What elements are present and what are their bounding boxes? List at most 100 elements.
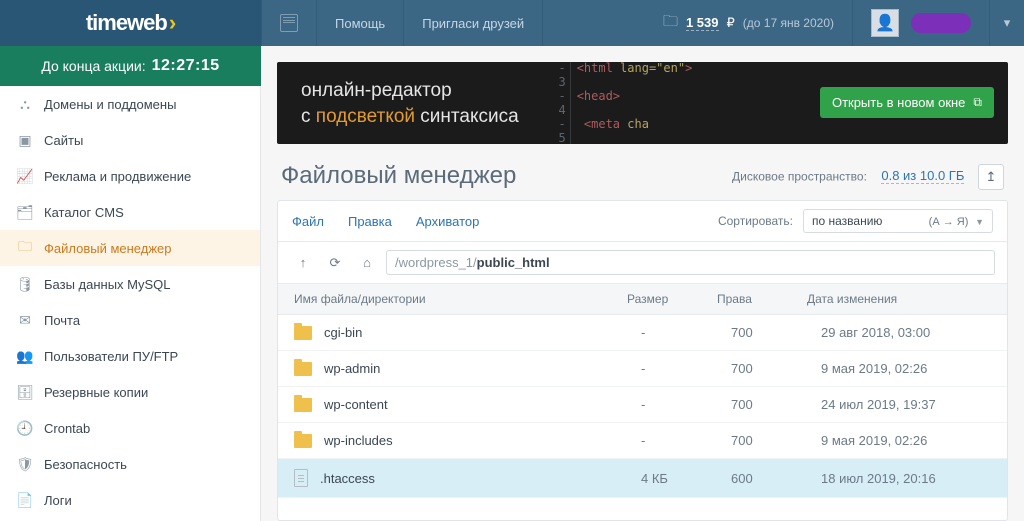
- logo-text: timeweb: [86, 10, 167, 35]
- column-name[interactable]: Имя файла/директории: [294, 292, 627, 306]
- disk-space-value[interactable]: 0.8 из 10.0 ГБ: [881, 168, 964, 184]
- sidebar-item[interactable]: 📄 Логи: [0, 482, 260, 518]
- path-home-button[interactable]: ⌂: [354, 251, 380, 275]
- sidebar-item[interactable]: ▣ Сайты: [0, 122, 260, 158]
- sidebar-item-label: Резервные копии: [44, 385, 148, 400]
- sidebar-item-icon: 🕘: [16, 420, 34, 436]
- sidebar-item-icon: 📈: [16, 168, 34, 184]
- sidebar-item-label: Реклама и продвижение: [44, 169, 191, 184]
- sidebar: ⛬Домены и поддомены ▣ Сайты 📈 Реклама и прод…: [0, 86, 261, 521]
- folder-icon: [294, 434, 312, 448]
- menu-archiver[interactable]: Архиватор: [416, 214, 480, 229]
- sidebar-item-icon: 🛡: [16, 456, 34, 472]
- wallet-icon: 🗀: [663, 11, 678, 36]
- external-link-icon: ⧉: [973, 95, 982, 110]
- file-perm: 700: [731, 325, 821, 340]
- sidebar-item[interactable]: 🛡 Безопасность: [0, 446, 260, 482]
- refresh-icon: ⟳: [330, 255, 341, 271]
- logo[interactable]: timeweb›: [0, 0, 261, 46]
- logo-chevron-icon: ›: [169, 10, 175, 35]
- file-perm: 700: [731, 397, 821, 412]
- column-size[interactable]: Размер: [627, 292, 717, 306]
- promo-text: онлайн-редактор с подсветкой синтаксиса: [277, 62, 543, 144]
- path-up-button[interactable]: ↑: [290, 251, 316, 275]
- table-row[interactable]: wp-content-70024 июл 2019, 19:37: [278, 387, 1007, 423]
- username-pill: [911, 13, 971, 33]
- file-perm: 600: [731, 471, 821, 486]
- user-menu-dropdown[interactable]: ▾: [990, 0, 1024, 46]
- path-refresh-button[interactable]: ⟳: [322, 251, 348, 275]
- file-perm: 700: [731, 361, 821, 376]
- file-icon: [294, 469, 308, 487]
- menu-file[interactable]: Файл: [292, 214, 324, 229]
- promo-banner: онлайн-редактор с подсветкой синтаксиса …: [277, 62, 1008, 144]
- user-area[interactable]: 👤: [853, 9, 989, 37]
- sort-label: Сортировать:: [718, 214, 793, 228]
- sidebar-item-icon: 📄: [16, 492, 34, 508]
- file-date: 9 мая 2019, 02:26: [821, 361, 991, 376]
- column-perm[interactable]: Права: [717, 292, 807, 306]
- sidebar-item[interactable]: 🕘 Crontab: [0, 410, 260, 446]
- sidebar-item-icon: 🗀: [16, 240, 34, 256]
- sidebar-item[interactable]: 👥Пользователи ПУ/FTP: [0, 338, 260, 374]
- file-name: wp-admin: [324, 361, 380, 376]
- home-icon: ⌂: [363, 255, 371, 270]
- sort-value: по названию: [812, 214, 882, 228]
- column-date[interactable]: Дата изменения: [807, 292, 977, 306]
- open-new-window-button[interactable]: Открыть в новом окне ⧉: [820, 87, 994, 118]
- nav-invite[interactable]: Пригласи друзей: [404, 0, 542, 46]
- sidebar-item-icon: ⛬: [16, 96, 34, 112]
- sort-direction: (А → Я): [929, 216, 969, 228]
- disk-space: Дисковое пространство: 0.8 из 10.0 ГБ ↥: [732, 164, 1004, 190]
- page-title: Файловый менеджер: [281, 162, 516, 190]
- file-name: .htaccess: [320, 471, 375, 486]
- table-row[interactable]: wp-admin -7009 мая 2019, 02:26: [278, 351, 1007, 387]
- sidebar-item-icon: ▣: [16, 132, 34, 148]
- table-header: Имя файла/директории Размер Права Дата и…: [278, 284, 1007, 315]
- sidebar-item-label: Логи: [44, 493, 72, 508]
- sidebar-item-label: Crontab: [44, 421, 90, 436]
- file-date: 29 авг 2018, 03:00: [821, 325, 991, 340]
- folder-icon: [294, 362, 312, 376]
- disk-space-label: Дисковое пространство:: [732, 169, 867, 183]
- sidebar-item[interactable]: 🛢Базы данных MySQL: [0, 266, 260, 302]
- news-icon-button[interactable]: [262, 0, 316, 46]
- countdown-time: 12:27:15: [152, 57, 220, 75]
- file-manager-panel: Файл Правка Архиватор Сортировать: по на…: [277, 200, 1008, 521]
- countdown-banner[interactable]: До конца акции: 12:27:15: [0, 46, 261, 86]
- chevron-down-icon: ▼: [975, 217, 984, 227]
- folder-icon: [294, 398, 312, 412]
- upload-button[interactable]: ↥: [978, 164, 1004, 190]
- promo-button-label: Открыть в новом окне: [832, 95, 965, 110]
- sidebar-item-label: Сайты: [44, 133, 83, 148]
- file-size: -: [641, 397, 731, 412]
- balance-until: (до 17 янв 2020): [743, 16, 834, 30]
- newspaper-icon: [280, 14, 298, 32]
- sidebar-item-label: Почта: [44, 313, 80, 328]
- table-row[interactable]: .htaccess4 КБ60018 июл 2019, 20:16: [278, 459, 1007, 498]
- sidebar-item[interactable]: ✉Почта: [0, 302, 260, 338]
- sidebar-item[interactable]: ⛬Домены и поддомены: [0, 86, 260, 122]
- sidebar-item-label: Безопасность: [44, 457, 127, 472]
- sidebar-item[interactable]: 🗂Каталог CMS: [0, 194, 260, 230]
- sort-select[interactable]: по названию (А → Я) ▼: [803, 209, 993, 233]
- sidebar-item[interactable]: 🗀Файловый менеджер: [0, 230, 260, 266]
- nav-help[interactable]: Помощь: [317, 0, 403, 46]
- sidebar-item[interactable]: 📈 Реклама и продвижение: [0, 158, 260, 194]
- sidebar-item-label: Пользователи ПУ/FTP: [44, 349, 178, 364]
- chevron-down-icon: ▾: [1004, 15, 1011, 31]
- sidebar-item-icon: 🗄: [16, 384, 34, 400]
- balance-currency: ₽: [727, 15, 735, 31]
- file-date: 24 июл 2019, 19:37: [821, 397, 991, 412]
- file-size: -: [641, 361, 731, 376]
- file-perm: 700: [731, 433, 821, 448]
- arrow-up-icon: ↑: [300, 255, 307, 270]
- balance[interactable]: 🗀 1 539 ₽ (до 17 янв 2020): [645, 0, 852, 46]
- countdown-label: До конца акции:: [41, 58, 145, 74]
- file-list[interactable]: cgi-bin-70029 авг 2018, 03:00wp-admin-70…: [278, 315, 1007, 520]
- table-row[interactable]: wp-includes-7009 мая 2019, 02:26: [278, 423, 1007, 459]
- sidebar-item[interactable]: 🗄 Резервные копии: [0, 374, 260, 410]
- menu-edit[interactable]: Правка: [348, 214, 392, 229]
- table-row[interactable]: cgi-bin-70029 авг 2018, 03:00: [278, 315, 1007, 351]
- path-input[interactable]: /wordpress_1/public_html: [386, 250, 995, 275]
